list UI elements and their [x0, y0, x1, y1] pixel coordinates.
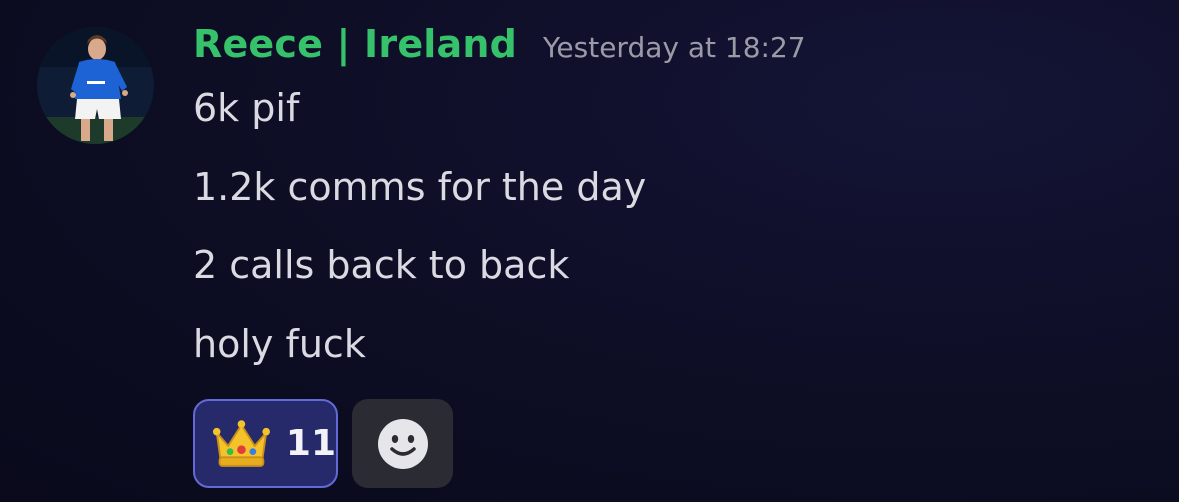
reaction-count: 11 — [285, 423, 336, 464]
author-name[interactable]: Reece | Ireland — [193, 22, 517, 66]
add-reaction-button[interactable] — [352, 399, 453, 488]
add-emoji-icon — [377, 418, 428, 469]
message-line: 1.2k comms for the day — [193, 165, 647, 209]
reactions-bar: 11 — [193, 399, 453, 488]
avatar-photo — [37, 27, 154, 144]
message-header: Reece | Ireland Yesterday at 18:27 — [193, 22, 806, 66]
reaction-crown[interactable]: 11 — [193, 399, 338, 488]
message-line: holy fuck — [193, 322, 366, 366]
chat-message: Reece | Ireland Yesterday at 18:27 6k pi… — [0, 0, 1179, 502]
timestamp: Yesterday at 18:27 — [543, 31, 806, 64]
message-line: 2 calls back to back — [193, 243, 570, 287]
crown-icon — [212, 419, 270, 467]
avatar[interactable] — [37, 27, 154, 144]
message-line: 6k pif — [193, 86, 300, 130]
